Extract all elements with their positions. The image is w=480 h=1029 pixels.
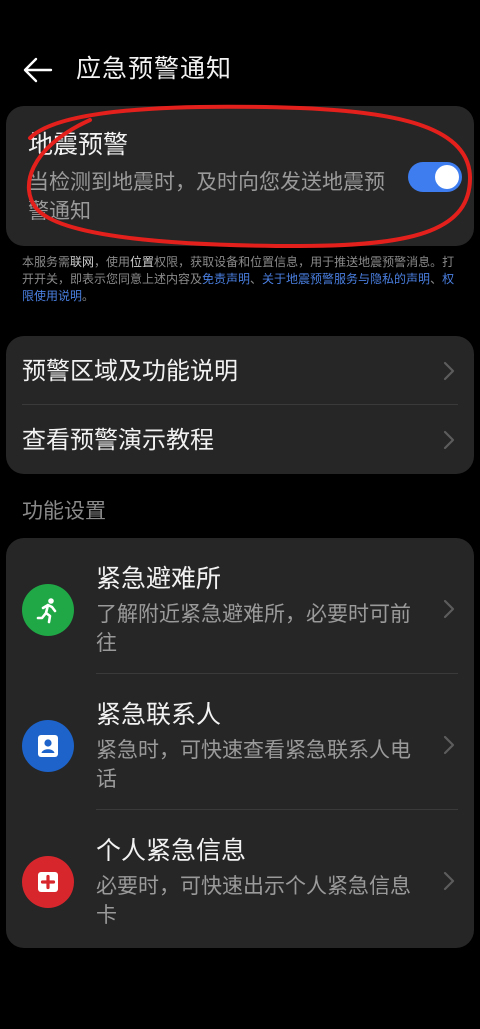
list-item-demo-tutorial[interactable]: 查看预警演示教程 (6, 405, 474, 474)
list-item-emergency-contact[interactable]: 紧急联系人 紧急时，可快速查看紧急联系人电话 (6, 674, 474, 810)
chevron-right-icon (443, 871, 455, 891)
notice-text: 、 (430, 272, 443, 286)
notice-text: 本服务需 (22, 255, 71, 269)
list-item-title: 紧急避难所 (96, 564, 222, 593)
list-item-title: 紧急联系人 (96, 700, 222, 729)
chevron-right-icon (443, 361, 455, 381)
chevron-right-icon (443, 735, 455, 755)
page-title: 应急预警通知 (76, 54, 233, 83)
list-item-emergency-shelter[interactable]: 紧急避难所 了解附近紧急避难所，必要时可前往 (6, 538, 474, 674)
privacy-statement-link[interactable]: 关于地震预警服务与隐私的声明 (262, 272, 430, 286)
disclaimer-link[interactable]: 免责声明 (202, 272, 250, 286)
chevron-right-icon (443, 430, 455, 450)
notice-highlight-network: 联网 (70, 255, 95, 269)
service-notice: 本服务需联网，使用位置权限，获取设备和位置信息，用于推送地震预警消息。打开开关，… (22, 254, 458, 305)
toggle-knob (435, 165, 459, 189)
back-arrow-icon (23, 57, 53, 83)
list-item-label: 预警区域及功能说明 (22, 357, 238, 385)
function-settings-card: 紧急避难所 了解附近紧急避难所，必要时可前往 紧急联系人 紧急时，可快速查看紧急… (6, 538, 474, 948)
list-item-title: 个人紧急信息 (96, 836, 247, 865)
top-bar: 应急预警通知 (0, 40, 480, 100)
notice-text: 。 (82, 289, 95, 303)
back-button[interactable] (18, 52, 58, 88)
list-item-warning-area-info[interactable]: 预警区域及功能说明 (6, 336, 474, 405)
list-item-label: 查看预警演示教程 (22, 426, 214, 454)
notice-highlight-location: 位置 (130, 255, 155, 269)
earthquake-warning-description: 当检测到地震时，及时向您发送地震预警通知 (28, 170, 385, 223)
list-item-description: 了解附近紧急避难所，必要时可前往 (96, 602, 411, 655)
guide-card: 预警区域及功能说明 查看预警演示教程 (6, 336, 474, 474)
person-icon (22, 720, 74, 772)
earthquake-warning-card: 地震预警 当检测到地震时，及时向您发送地震预警通知 (6, 106, 474, 246)
running-person-icon (22, 584, 74, 636)
notice-text: 、 (250, 272, 263, 286)
notice-text: ，使用 (94, 255, 131, 269)
section-label-function-settings: 功能设置 (22, 499, 106, 523)
medical-cross-icon (22, 856, 74, 908)
list-item-description: 必要时，可快速出示个人紧急信息卡 (96, 874, 411, 927)
list-item-personal-emergency-info[interactable]: 个人紧急信息 必要时，可快速出示个人紧急信息卡 (6, 810, 474, 946)
list-item-description: 紧急时，可快速查看紧急联系人电话 (96, 738, 411, 791)
earthquake-warning-title: 地震预警 (28, 130, 129, 159)
earthquake-warning-toggle[interactable] (408, 162, 462, 192)
chevron-right-icon (443, 599, 455, 619)
